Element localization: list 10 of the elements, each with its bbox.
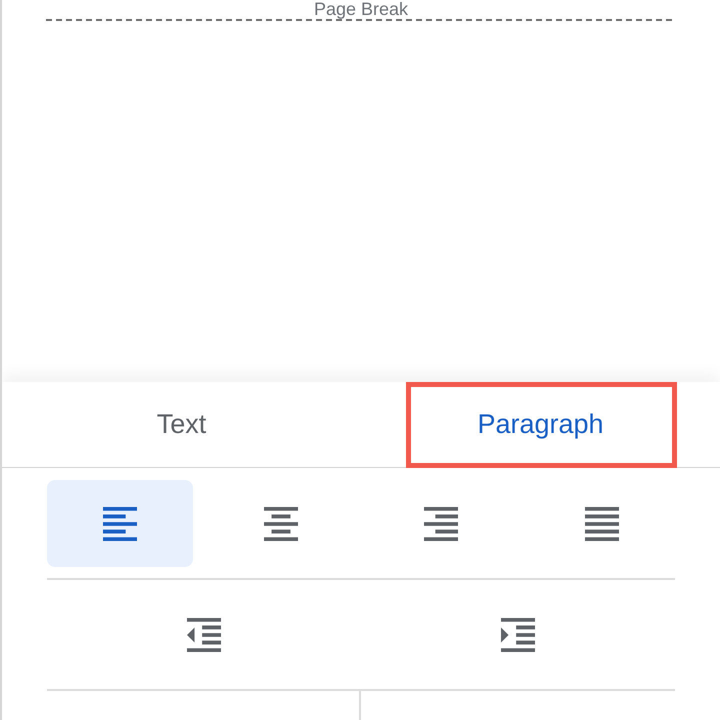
justify-icon xyxy=(585,506,620,540)
align-right-icon xyxy=(424,506,458,540)
align-left-icon xyxy=(102,506,137,540)
tab[interactable]: Text xyxy=(2,382,361,467)
increase-indent-icon xyxy=(501,618,535,652)
decrease-indent-icon xyxy=(187,618,221,652)
page-break-label: Page Break xyxy=(314,0,408,18)
align-center-icon xyxy=(264,506,298,540)
alignment-button[interactable] xyxy=(47,480,193,567)
tab[interactable]: Paragraph xyxy=(361,382,720,467)
